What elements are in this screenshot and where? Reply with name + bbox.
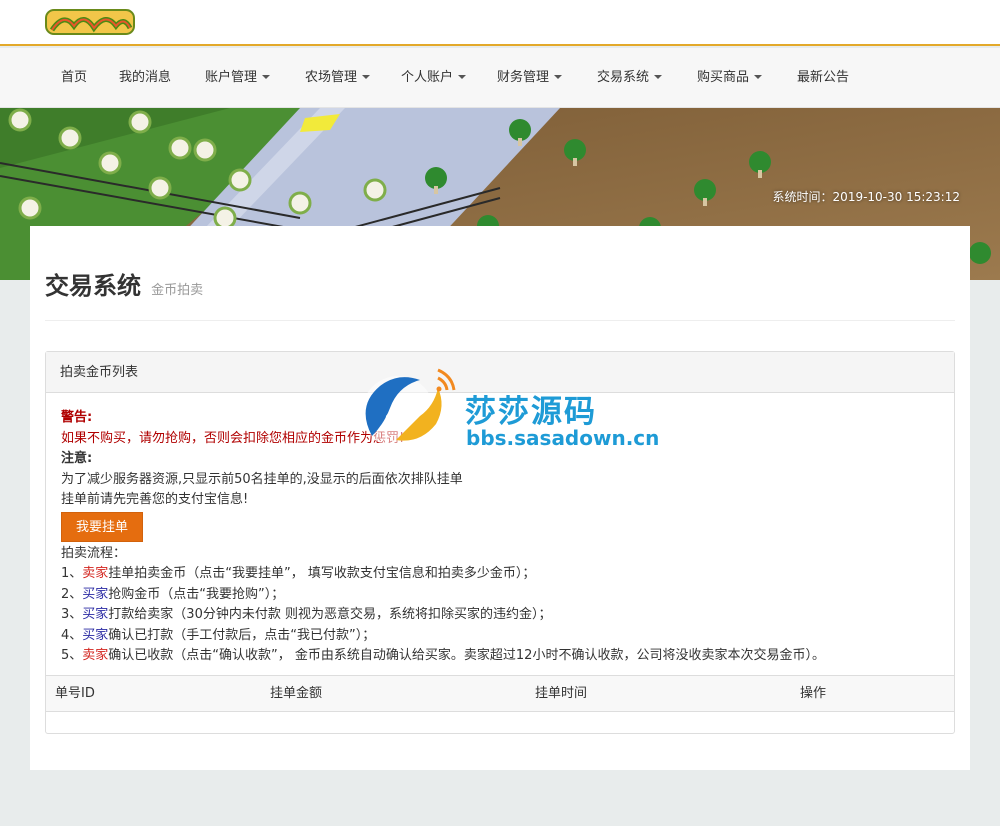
caret-down-icon [754,74,763,79]
site-logo[interactable] [44,6,136,38]
nav-item-finance[interactable]: 财务管理 [497,48,563,108]
nav-item-account-management[interactable]: 账户管理 [205,48,271,108]
role-buyer: 买家 [82,586,109,602]
watermark-url: bbs.sasadown.cn [466,426,660,450]
main-content: 交易系统 金币拍卖 拍卖金币列表 警告: 如果不购买，请勿抢购，否则会扣除您相应… [30,226,970,770]
flow-step: 1、卖家挂单拍卖金币（点击“我要挂单”， 填写收款支付宝信息和拍卖多少金币）； [61,566,536,581]
caret-down-icon [554,74,563,79]
nav-item-buy-goods[interactable]: 购买商品 [697,48,763,108]
caret-down-icon [262,74,271,79]
column-header-amount: 挂单金额 [270,686,323,701]
nav-item-messages[interactable]: 我的消息 [119,48,171,108]
post-order-button[interactable]: 我要挂单 [61,511,143,542]
notice-line: 为了减少服务器资源,只显示前50名挂单的,没显示的后面依次排队挂单 [61,471,463,487]
flow-step: 3、买家打款给卖家（30分钟内未付款 则视为恶意交易，系统将扣除买家的违约金）； [61,607,552,622]
watermark: 莎莎源码 bbs.sasadown.cn [350,366,659,456]
column-header-time: 挂单时间 [535,686,588,701]
watermark-title: 莎莎源码 [465,394,597,430]
system-time: 系统时间：2019-10-30 15:23:12 [772,190,960,204]
nav-item-home[interactable]: 首页 [61,48,87,108]
main-nav: 首页 我的消息 账户管理 农场管理 个人账户 财务管理 交易系统 购买商品 最新… [0,48,1000,108]
auction-table-header: 单号ID 挂单金额 挂单时间 操作 [46,675,954,712]
role-seller: 卖家 [82,566,109,581]
flow-step: 4、买家确认已打款（手工付款后，点击“我已付款”）； [61,627,376,643]
flow-step: 2、买家抢购金币（点击“我要抢购”）； [61,586,285,602]
column-header-order-id: 单号ID [55,686,95,701]
page-title: 交易系统 [45,272,141,300]
page-header: 交易系统 金币拍卖 [45,266,955,321]
flow-step: 5、卖家确认已收款（点击“确认收款”， 金币由系统自动确认给买家。卖家超过12小… [61,648,825,663]
role-seller: 卖家 [82,648,109,663]
watermark-logo-icon [362,368,456,448]
nav-item-trading-system[interactable]: 交易系统 [597,48,663,108]
notice-line: 挂单前请先完善您的支付宝信息! [61,492,249,507]
page-subtitle: 金币拍卖 [151,283,204,298]
top-header [0,0,1000,46]
flow-title: 拍卖流程： [61,545,127,561]
nav-item-farm-management[interactable]: 农场管理 [305,48,371,108]
caret-down-icon [362,74,371,79]
nav-item-announcements[interactable]: 最新公告 [797,48,849,108]
nav-item-personal-account[interactable]: 个人账户 [401,48,467,108]
column-header-action: 操作 [800,686,827,701]
caret-down-icon [654,74,663,79]
role-buyer: 买家 [82,607,109,622]
caret-down-icon [458,74,467,79]
role-buyer: 买家 [82,627,109,643]
